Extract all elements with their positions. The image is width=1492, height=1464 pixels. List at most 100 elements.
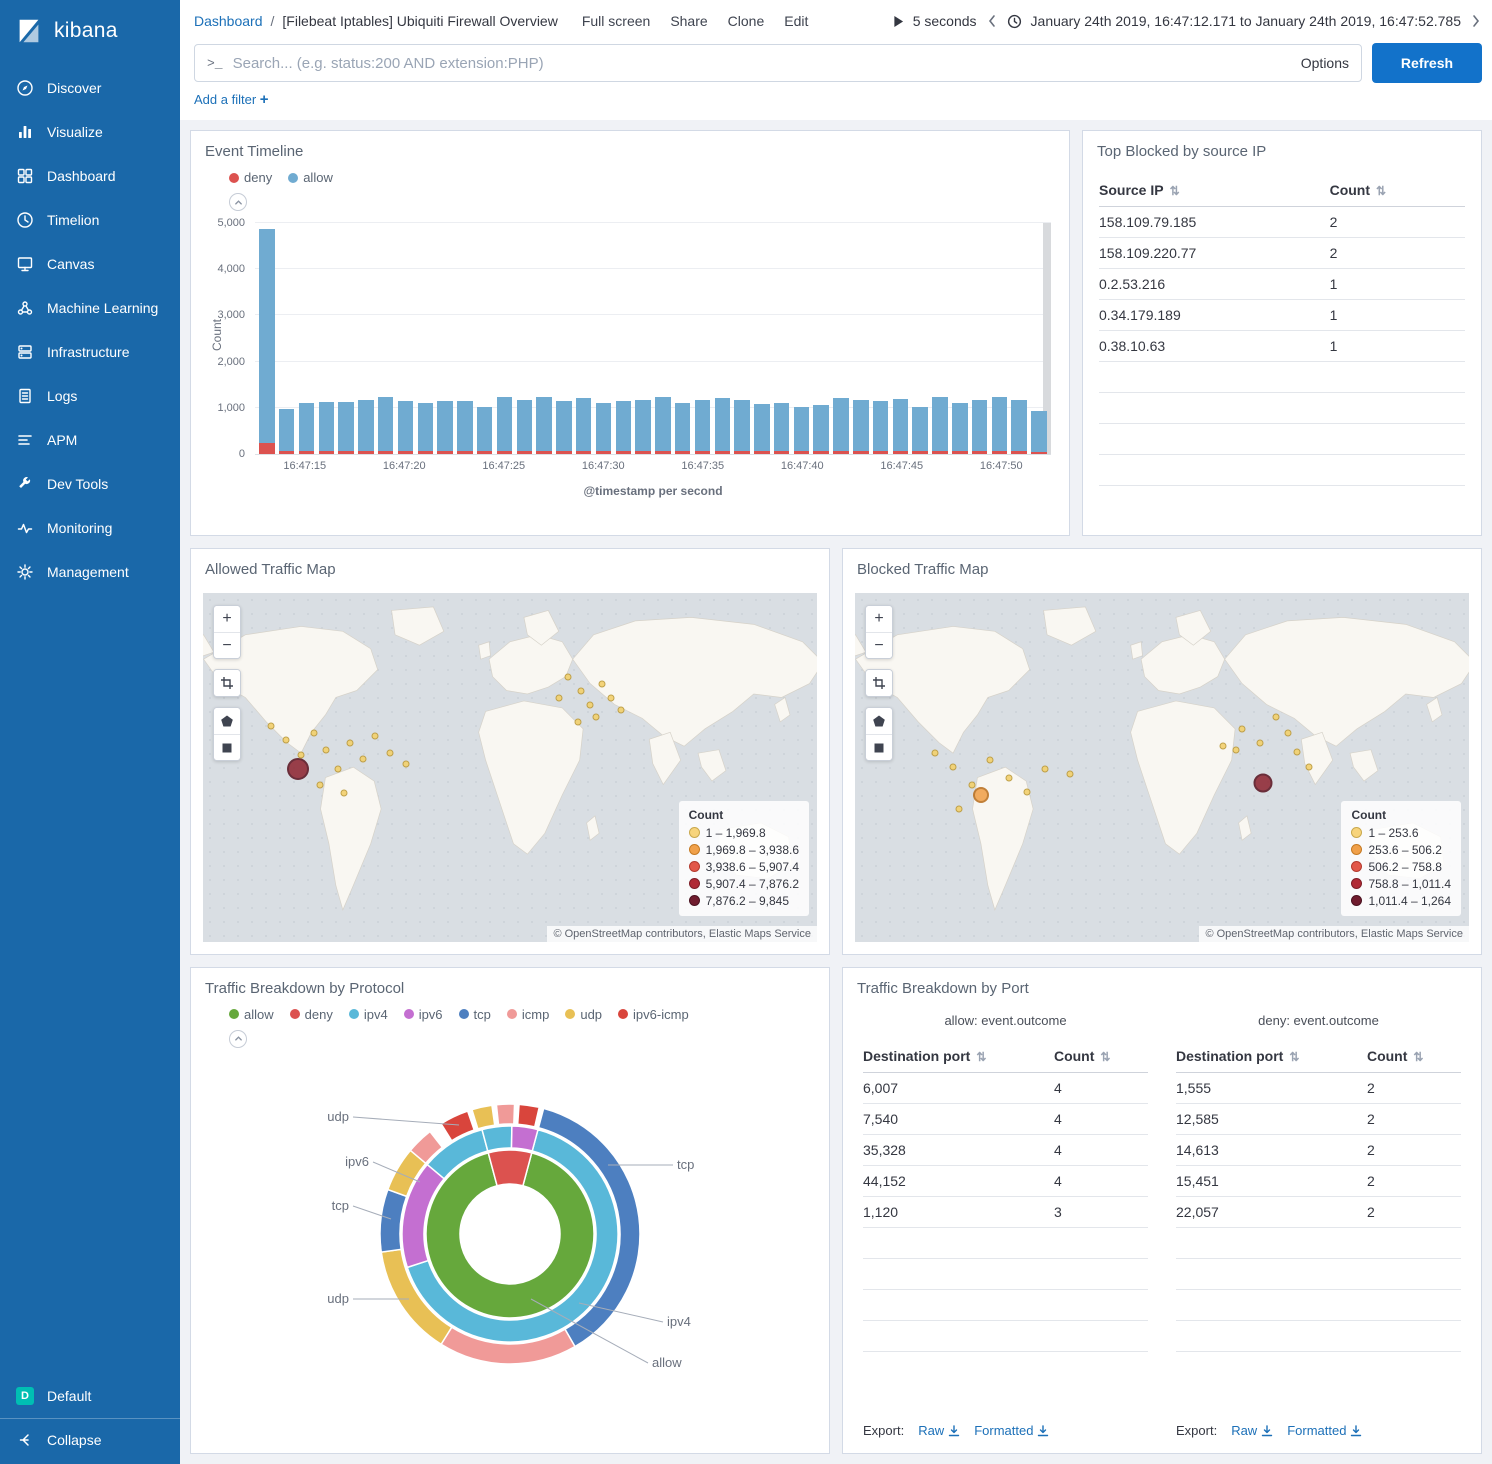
column-header-count[interactable]: Count⇅ — [1054, 1040, 1148, 1073]
sidebar-item-visualize[interactable]: Visualize — [0, 110, 180, 154]
crop-tool-button[interactable] — [866, 670, 892, 696]
share-button[interactable]: Share — [670, 13, 707, 29]
refresh-button[interactable]: Refresh — [1372, 43, 1482, 83]
sidebar-item-monitoring[interactable]: Monitoring — [0, 506, 180, 550]
timeline-bar[interactable] — [534, 223, 554, 454]
time-forward-icon[interactable] — [1470, 14, 1482, 28]
timeline-bar[interactable] — [752, 223, 772, 454]
sidebar-item-dev-tools[interactable]: Dev Tools — [0, 462, 180, 506]
refresh-interval[interactable]: 5 seconds — [913, 13, 977, 29]
timeline-bar[interactable] — [336, 223, 356, 454]
column-header-source-ip[interactable]: Source IP⇅ — [1099, 174, 1330, 207]
zoom-out-button[interactable]: − — [866, 632, 892, 658]
timeline-bar[interactable] — [277, 223, 297, 454]
timeline-bar[interactable] — [693, 223, 713, 454]
timeline-bar[interactable] — [574, 223, 594, 454]
timeline-bar[interactable] — [415, 223, 435, 454]
sidebar-item-infrastructure[interactable]: Infrastructure — [0, 330, 180, 374]
timeline-bar[interactable] — [831, 223, 851, 454]
timeline-bar[interactable] — [891, 223, 911, 454]
zoom-in-button[interactable]: + — [866, 606, 892, 632]
timeline-bar[interactable] — [396, 223, 416, 454]
timeline-bar[interactable] — [772, 223, 792, 454]
sidebar-item-timelion[interactable]: Timelion — [0, 198, 180, 242]
legend-item-deny[interactable]: deny — [229, 170, 272, 185]
sunburst-segment-ipv4[interactable] — [482, 1126, 512, 1151]
full-screen-button[interactable]: Full screen — [582, 13, 650, 29]
timeline-bar[interactable] — [989, 223, 1009, 454]
legend-collapse-icon[interactable] — [229, 1030, 247, 1048]
polygon-tool-button[interactable] — [866, 708, 892, 734]
rect-tool-button[interactable] — [214, 734, 240, 760]
column-header-destination-port[interactable]: Destination port⇅ — [1176, 1040, 1367, 1073]
legend-item-allow[interactable]: allow — [229, 1007, 274, 1022]
legend-item-tcp[interactable]: tcp — [459, 1007, 491, 1022]
legend-item-ipv4[interactable]: ipv4 — [349, 1007, 388, 1022]
time-range[interactable]: January 24th 2019, 16:47:12.171 to Janua… — [1031, 13, 1461, 29]
timeline-bar[interactable] — [851, 223, 871, 454]
timeline-bar[interactable] — [257, 223, 277, 454]
sidebar-item-apm[interactable]: APM — [0, 418, 180, 462]
legend-item-deny[interactable]: deny — [290, 1007, 333, 1022]
timeline-bar[interactable] — [633, 223, 653, 454]
timeline-bar[interactable] — [653, 223, 673, 454]
edit-button[interactable]: Edit — [784, 13, 808, 29]
sidebar-item-discover[interactable]: Discover — [0, 66, 180, 110]
timeline-bar[interactable] — [1029, 223, 1049, 454]
timeline-bar[interactable] — [455, 223, 475, 454]
column-header-count[interactable]: Count⇅ — [1367, 1040, 1461, 1073]
polygon-tool-button[interactable] — [214, 708, 240, 734]
legend-item-allow[interactable]: allow — [288, 170, 333, 185]
timeline-bar[interactable] — [910, 223, 930, 454]
sidebar-item-logs[interactable]: Logs — [0, 374, 180, 418]
add-filter-link[interactable]: Add a filter + — [194, 92, 269, 107]
timeline-bar[interactable] — [495, 223, 515, 454]
sunburst-segment-icmp[interactable] — [496, 1104, 514, 1125]
sidebar-item-dashboard[interactable]: Dashboard — [0, 154, 180, 198]
export-formatted-link[interactable]: Formatted — [974, 1423, 1049, 1438]
timeline-bar[interactable] — [792, 223, 812, 454]
sunburst-segment-ipv6-icmp[interactable] — [518, 1104, 540, 1127]
legend-collapse-icon[interactable] — [229, 193, 247, 211]
space-switcher[interactable]: D Default — [0, 1374, 180, 1418]
timeline-bar[interactable] — [811, 223, 831, 454]
sidebar-item-canvas[interactable]: Canvas — [0, 242, 180, 286]
timeline-bar[interactable] — [316, 223, 336, 454]
timeline-bar[interactable] — [356, 223, 376, 454]
sidebar-item-machine-learning[interactable]: Machine Learning — [0, 286, 180, 330]
allowed-map-canvas[interactable]: + − Count — [203, 593, 817, 941]
timeline-bar[interactable] — [514, 223, 534, 454]
clone-button[interactable]: Clone — [728, 13, 765, 29]
timeline-bar[interactable] — [712, 223, 732, 454]
collapse-nav-button[interactable]: Collapse — [0, 1418, 180, 1460]
export-formatted-link[interactable]: Formatted — [1287, 1423, 1362, 1438]
export-raw-link[interactable]: Raw — [1231, 1423, 1273, 1438]
timeline-bar[interactable] — [475, 223, 495, 454]
column-header-destination-port[interactable]: Destination port⇅ — [863, 1040, 1054, 1073]
export-raw-link[interactable]: Raw — [918, 1423, 960, 1438]
timeline-bar[interactable] — [376, 223, 396, 454]
timeline-bar[interactable] — [732, 223, 752, 454]
zoom-in-button[interactable]: + — [214, 606, 240, 632]
timeline-bar[interactable] — [871, 223, 891, 454]
legend-item-ipv6-icmp[interactable]: ipv6-icmp — [618, 1007, 689, 1022]
sunburst-segment-udp[interactable] — [472, 1105, 495, 1129]
timeline-bar[interactable] — [950, 223, 970, 454]
timeline-bar[interactable] — [594, 223, 614, 454]
legend-item-udp[interactable]: udp — [565, 1007, 602, 1022]
sunburst-segment-ipv6[interactable] — [512, 1126, 538, 1151]
sidebar-item-management[interactable]: Management — [0, 550, 180, 594]
column-header-count[interactable]: Count⇅ — [1330, 174, 1465, 207]
blocked-map-canvas[interactable]: + − Count — [855, 593, 1469, 941]
kibana-logo[interactable]: kibana — [0, 0, 180, 66]
search-input[interactable] — [233, 55, 1291, 72]
breadcrumb-dashboard-link[interactable]: Dashboard — [194, 13, 263, 29]
timeline-bar[interactable] — [970, 223, 990, 454]
timeline-bar[interactable] — [673, 223, 693, 454]
play-refresh-icon[interactable] — [893, 15, 904, 28]
timeline-bar[interactable] — [613, 223, 633, 454]
timeline-bar[interactable] — [297, 223, 317, 454]
timeline-bar[interactable] — [554, 223, 574, 454]
timeline-bar[interactable] — [930, 223, 950, 454]
timeline-bar[interactable] — [1009, 223, 1029, 454]
